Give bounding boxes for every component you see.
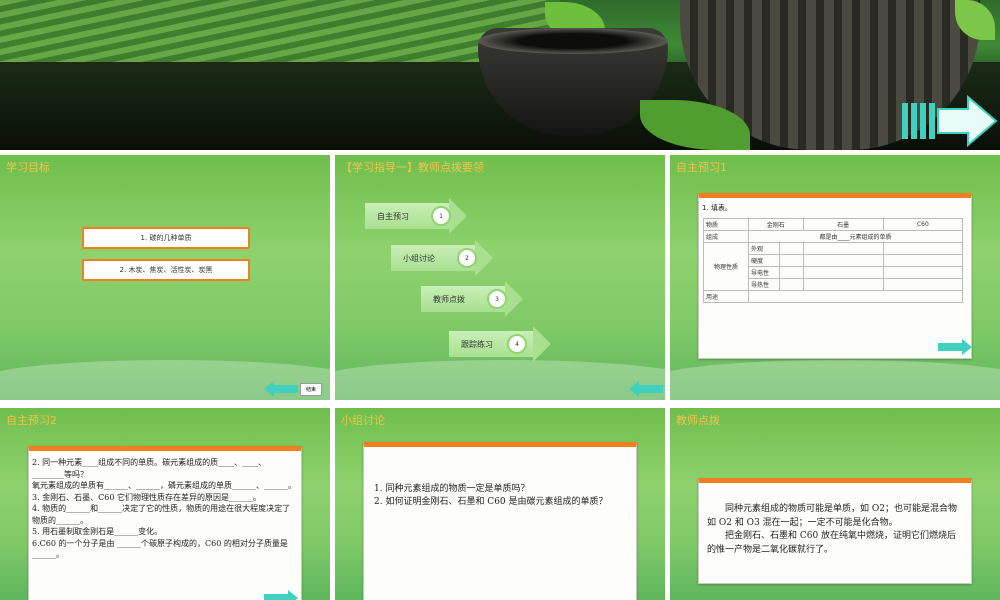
exercise-line: 3. 金刚石、石墨、C60 它们物理性质存在差异的原因是______。 bbox=[32, 492, 262, 502]
table-header-cell: 石墨 bbox=[802, 218, 884, 231]
table-row: 物理性质 外观 bbox=[703, 242, 964, 291]
step-arrow-icon bbox=[475, 240, 493, 276]
table-row: 组成 都是由____元素组成的单质 bbox=[703, 230, 963, 243]
explanation-line: 同种元素组成的物质可能是单质，如 O2；也可能是混合物如 O2 和 O3 混在一… bbox=[707, 504, 957, 528]
exercise-line: 2. 同一种元素____组成不同的单质。碳元素组成的质____、____、___… bbox=[32, 458, 267, 479]
table-header-cell: 物质 bbox=[703, 218, 749, 231]
slide-title: 自主预习1 bbox=[676, 161, 727, 174]
wave-decoration bbox=[670, 360, 1000, 400]
objective-item: 2. 木炭、焦炭、活性炭、炭黑 bbox=[82, 259, 250, 281]
content-panel: 1. 同种元素组成的物质一定是单质吗？ 2. 如何证明金刚石、石墨和 C60 是… bbox=[363, 442, 637, 600]
step-number: 3 bbox=[487, 289, 507, 309]
properties-table: 物质 金刚石 石墨 C60 组成 都是由____元素组成的单质 物理性质 外观 … bbox=[703, 218, 964, 303]
explanation-text: 同种元素组成的物质可能是单质，如 O2；也可能是混合物如 O2 和 O3 混在一… bbox=[707, 503, 965, 557]
step-number: 2 bbox=[457, 248, 477, 268]
tea-field-graphic bbox=[0, 0, 560, 70]
wave-decoration bbox=[335, 360, 665, 400]
discussion-line: 2. 如何证明金刚石、石墨和 C60 是由碳元素组成的单质？ bbox=[374, 497, 608, 507]
content-panel: 同种元素组成的物质可能是单质，如 O2；也可能是混合物如 O2 和 O3 混在一… bbox=[698, 478, 972, 584]
next-arrow-icon[interactable] bbox=[264, 590, 298, 600]
next-arrow-icon[interactable] bbox=[902, 95, 998, 147]
slide-thumbnail-6[interactable]: 教师点拨 同种元素组成的物质可能是单质，如 O2；也可能是混合物如 O2 和 O… bbox=[670, 408, 1000, 600]
table-cell: 都是由____元素组成的单质 bbox=[748, 230, 963, 243]
end-button[interactable]: 结束 bbox=[300, 383, 322, 396]
next-arrow-icon[interactable] bbox=[938, 339, 972, 355]
explanation-line: 把金刚石、石墨和 C60 放在纯氧中燃烧，证明它们燃烧后的惟一产物是二氧化碳就行… bbox=[707, 531, 957, 555]
slide-title: 【学习指导一】教师点拨要领 bbox=[341, 161, 484, 174]
table-cell: 导热性 bbox=[748, 278, 780, 291]
step-arrow-icon bbox=[449, 198, 467, 234]
exercise-text: 2. 同一种元素____组成不同的单质。碳元素组成的质____、____、___… bbox=[32, 457, 296, 561]
slide-thumbnail-4[interactable]: 自主预习2 2. 同一种元素____组成不同的单质。碳元素组成的质____、__… bbox=[0, 408, 330, 600]
step-item: 教师点拨 3 bbox=[421, 281, 523, 317]
exercise-line: 氧元素组成的单质有______、______，磷元素组成的单质______、__… bbox=[32, 481, 296, 490]
step-arrow-icon bbox=[505, 281, 523, 317]
table-cell: 硬度 bbox=[748, 254, 780, 267]
table-header-cell: C60 bbox=[882, 218, 964, 231]
exercise-line: 5. 用石墨制取金刚石是______变化。 bbox=[32, 527, 163, 536]
content-panel: 1. 填表。 物质 金刚石 石墨 C60 组成 都是由____元素组成的单质 物… bbox=[698, 193, 972, 359]
objective-item: 1. 碳的几种单质 bbox=[82, 227, 250, 249]
exercise-line: 6.C60 的一个分子是由 ______个碳原子构成的，C60 的相对分子质量是… bbox=[32, 538, 288, 560]
step-arrow-icon bbox=[533, 326, 551, 362]
table-header-cell: 金刚石 bbox=[748, 218, 804, 231]
tea-bowl-rim-graphic bbox=[478, 28, 668, 54]
slide-thumbnail-2[interactable]: 【学习指导一】教师点拨要领 自主预习 1 小组讨论 2 教师点拨 3 跟踪练习 … bbox=[335, 155, 665, 400]
table-cell: 组成 bbox=[703, 230, 749, 243]
table-cell: 外观 bbox=[748, 242, 780, 255]
table-cell: 用途 bbox=[703, 290, 749, 303]
step-item: 跟踪练习 4 bbox=[449, 326, 551, 362]
slide-title: 学习目标 bbox=[6, 161, 50, 174]
slide-title: 小组讨论 bbox=[341, 414, 385, 427]
table-cell: 物理性质 bbox=[703, 242, 749, 291]
discussion-text: 1. 同种元素组成的物质一定是单质吗？ 2. 如何证明金刚石、石墨和 C60 是… bbox=[374, 483, 626, 509]
content-panel: 2. 同一种元素____组成不同的单质。碳元素组成的质____、____、___… bbox=[28, 446, 302, 600]
table-cell: 导电性 bbox=[748, 266, 780, 279]
slide-title: 教师点拨 bbox=[676, 414, 720, 427]
step-number: 4 bbox=[507, 334, 527, 354]
table-row: 物质 金刚石 石墨 C60 bbox=[703, 218, 964, 231]
exercise-line: 4. 物质的______和______决定了它的性质，物质的用途在很大程度决定了… bbox=[32, 504, 291, 525]
slide-thumbnail-3[interactable]: 自主预习1 1. 填表。 物质 金刚石 石墨 C60 组成 都是由____元素组… bbox=[670, 155, 1000, 400]
back-arrow-icon[interactable] bbox=[264, 381, 298, 397]
slide-thumbnail-1[interactable]: 学习目标 1. 碳的几种单质 2. 木炭、焦炭、活性炭、炭黑 结束 bbox=[0, 155, 330, 400]
step-number: 1 bbox=[431, 206, 451, 226]
slide-thumbnail-5[interactable]: 小组讨论 1. 同种元素组成的物质一定是单质吗？ 2. 如何证明金刚石、石墨和 … bbox=[335, 408, 665, 600]
table-row: 用途 bbox=[703, 290, 963, 303]
header-banner-image bbox=[0, 0, 1000, 150]
exercise-heading: 1. 填表。 bbox=[702, 204, 732, 212]
slide-title: 自主预习2 bbox=[6, 414, 57, 427]
step-item: 自主预习 1 bbox=[365, 198, 467, 234]
discussion-line: 1. 同种元素组成的物质一定是单质吗？ bbox=[374, 484, 530, 494]
step-item: 小组讨论 2 bbox=[391, 240, 493, 276]
back-arrow-icon[interactable] bbox=[629, 381, 663, 397]
